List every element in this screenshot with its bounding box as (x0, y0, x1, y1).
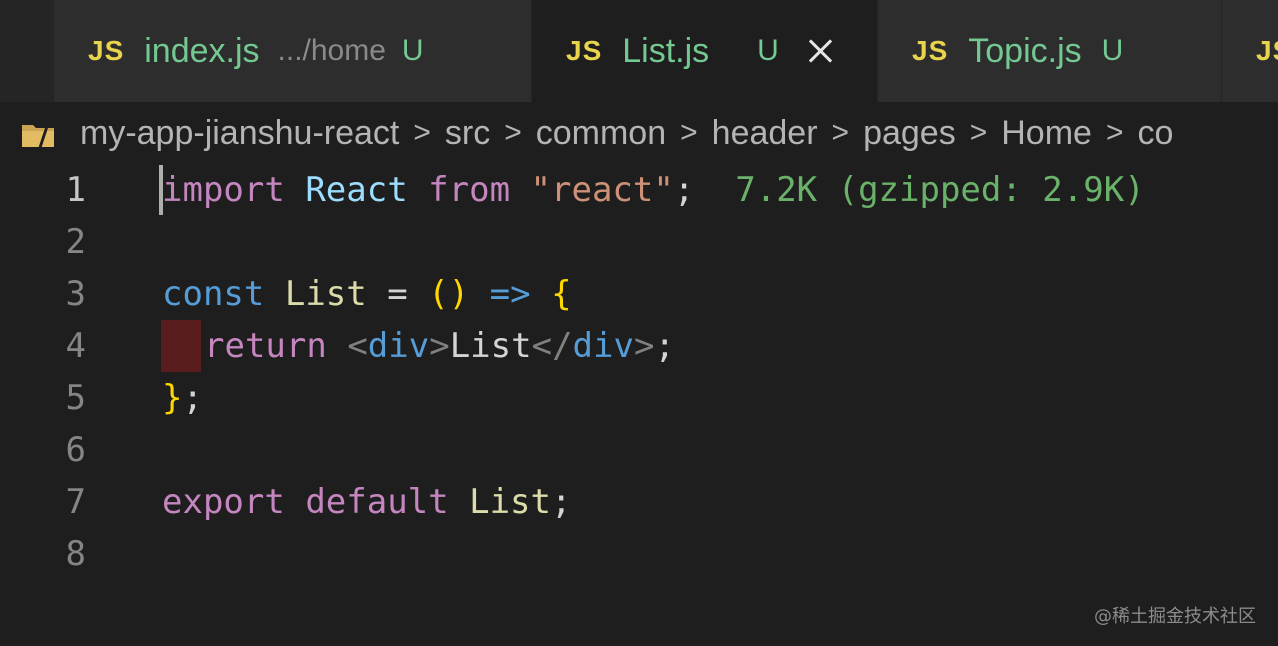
code-line[interactable]: 3 const List = () => { (0, 268, 1278, 320)
code-content: }; (162, 372, 203, 424)
tab-topic-js[interactable]: JS Topic.js U (878, 0, 1222, 102)
code-line[interactable]: 5 }; (0, 372, 1278, 424)
tag-name: div (367, 326, 430, 366)
tab-index-js[interactable]: JS index.js .../home U (54, 0, 532, 102)
indent-highlight (161, 320, 201, 372)
chevron-right-icon: > (969, 116, 988, 149)
line-number: 7 (65, 482, 86, 522)
javascript-file-icon: JS (566, 35, 603, 66)
code-content: return <div>List</div>; (204, 320, 675, 372)
module-string: "react" (530, 170, 674, 210)
jsx-text: List (449, 326, 532, 366)
javascript-file-icon: JS (88, 35, 125, 66)
untracked-status-badge: U (1101, 34, 1124, 67)
import-cost-hint: 7.2K (gzipped: 2.9K) (735, 170, 1145, 210)
line-number: 3 (65, 274, 86, 314)
editor-window: JS index.js .../home U JS List.js U JS T… (0, 0, 1278, 646)
tab-path-hint: .../home (277, 34, 386, 67)
tag-open-bracket: < (347, 326, 368, 366)
line-number: 2 (65, 222, 86, 262)
code-content: import React from "react"; 7.2K (gzipped… (162, 164, 1145, 216)
folder-icon (20, 119, 56, 149)
chevron-right-icon: > (831, 116, 850, 149)
code-editor[interactable]: 1 import React from "react"; 7.2K (gzipp… (0, 164, 1278, 646)
breadcrumb-item-home[interactable]: Home (1001, 114, 1092, 153)
breadcrumb-item-truncated[interactable]: co (1137, 114, 1173, 153)
chevron-right-icon: > (413, 116, 431, 149)
tag-name: div (572, 326, 634, 366)
breadcrumb-item-header[interactable]: header (712, 114, 818, 153)
tab-bar: JS index.js .../home U JS List.js U JS T… (0, 0, 1278, 102)
line-number: 8 (65, 534, 86, 574)
parentheses: () (428, 274, 470, 314)
tab-overflow[interactable]: JS (1222, 0, 1278, 102)
tab-label: Topic.js (968, 31, 1082, 70)
breadcrumb-item-common[interactable]: common (536, 114, 666, 153)
line-number: 6 (65, 430, 86, 470)
code-line[interactable]: 1 import React from "react"; 7.2K (gzipp… (0, 164, 1278, 216)
line-number: 4 (65, 326, 86, 366)
tab-label: index.js (144, 31, 260, 70)
code-line[interactable]: 6 (0, 424, 1278, 476)
tag-close-bracket: > (633, 326, 655, 366)
keyword-const: const (162, 274, 265, 314)
semicolon: ; (182, 378, 203, 418)
tab-list-js[interactable]: JS List.js U (532, 0, 878, 102)
open-brace: { (551, 274, 572, 314)
breadcrumb: my-app-jianshu-react > src > common > he… (0, 102, 1278, 164)
close-brace: } (162, 378, 183, 418)
function-name: List (284, 274, 367, 314)
code-line[interactable]: 8 (0, 528, 1278, 580)
line-number: 5 (65, 378, 86, 418)
keyword-from: from (428, 170, 511, 210)
javascript-file-icon: JS (912, 35, 949, 66)
watermark: @稀土掘金技术社区 (1094, 606, 1256, 627)
operator-equals: = (387, 274, 408, 314)
chevron-right-icon: > (504, 116, 522, 149)
code-line[interactable]: 2 (0, 216, 1278, 268)
javascript-file-icon: JS (1256, 35, 1278, 66)
breadcrumb-item-pages[interactable]: pages (863, 114, 956, 153)
arrow-operator: => (489, 274, 531, 314)
tab-label: List.js (622, 31, 710, 70)
identifier-react: React (305, 170, 408, 210)
keyword-default: default (305, 482, 449, 522)
line-number: 1 (65, 170, 86, 210)
chevron-right-icon: > (680, 116, 698, 149)
semicolon: ; (654, 326, 675, 366)
code-line[interactable]: 7 export default List; (0, 476, 1278, 528)
tag-close-bracket: > (429, 326, 450, 366)
semicolon: ; (673, 170, 695, 210)
code-content: export default List; (162, 476, 571, 528)
semicolon: ; (550, 482, 572, 522)
keyword-export: export (162, 482, 285, 522)
breadcrumb-item-src[interactable]: src (445, 114, 490, 153)
keyword-import: import (162, 170, 285, 210)
untracked-status-badge: U (757, 34, 779, 67)
untracked-status-badge: U (401, 34, 424, 67)
tag-open-bracket: </ (531, 326, 573, 366)
close-icon[interactable] (805, 36, 835, 66)
keyword-return: return (204, 326, 327, 366)
breadcrumb-item-project[interactable]: my-app-jianshu-react (80, 114, 399, 153)
code-content: const List = () => { (162, 268, 572, 320)
chevron-right-icon: > (1105, 116, 1124, 149)
export-identifier: List (469, 482, 551, 522)
code-line[interactable]: 4 return <div>List</div>; (0, 320, 1278, 372)
